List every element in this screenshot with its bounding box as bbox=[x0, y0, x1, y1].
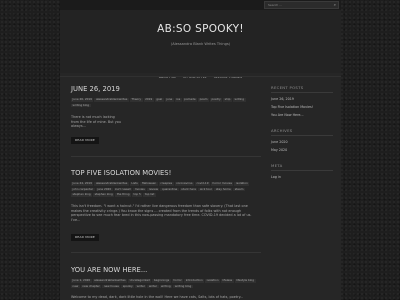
post-category[interactable]: Lists bbox=[129, 181, 140, 186]
post-title[interactable]: JUNE 26, 2019 bbox=[71, 85, 120, 93]
archive-link[interactable]: May 2020 bbox=[271, 148, 287, 152]
post-date[interactable]: June 26, 2019 bbox=[71, 97, 94, 102]
post-tag[interactable]: writer bbox=[135, 284, 147, 289]
post-meta: June 26, 2019 alessandrablankwrites Theory… bbox=[71, 97, 257, 108]
post-tag[interactable]: steam bbox=[233, 187, 245, 192]
search-placeholder: Search ... bbox=[268, 3, 283, 7]
search-input[interactable]: Search ... ⌕ bbox=[264, 1, 339, 9]
widget-title-archives: ARCHIVES bbox=[271, 128, 293, 133]
post-tag[interactable]: poetry bbox=[210, 97, 223, 102]
post-tag[interactable]: lifestyle blog bbox=[234, 278, 256, 283]
post-tag[interactable]: review bbox=[147, 187, 160, 192]
post-tag[interactable]: top list bbox=[143, 193, 156, 197]
post-category[interactable]: Uncategorized bbox=[128, 278, 152, 283]
top-bar: Search ... ⌕ bbox=[60, 0, 341, 10]
post-author[interactable]: alessandrablankwrites bbox=[92, 278, 128, 283]
site-header: AB:SO SPOOKY! (Alessandra Blank Writes T… bbox=[60, 10, 341, 79]
post-excerpt: There is not much lacking from the life … bbox=[71, 115, 121, 129]
read-more-button[interactable]: READ MORE bbox=[71, 137, 99, 144]
post-category[interactable]: Theory bbox=[129, 97, 143, 102]
post-title[interactable]: TOP FIVE ISOLATION MOVIES! bbox=[71, 169, 171, 177]
post-tag[interactable]: coronavirus bbox=[174, 181, 194, 186]
post-tag[interactable]: poem bbox=[198, 97, 210, 102]
post-excerpt: Welcome to my dead, dark, dark little ho… bbox=[71, 295, 244, 299]
site-title[interactable]: AB:SO SPOOKY! bbox=[60, 23, 341, 35]
post-separator bbox=[71, 156, 261, 157]
post-tag[interactable]: june 2020 bbox=[95, 187, 113, 192]
post-author[interactable]: alessandrablankwrites bbox=[94, 181, 129, 186]
post-tag[interactable]: sick tour bbox=[198, 187, 214, 192]
post-tag[interactable]: john carpenter bbox=[71, 187, 95, 192]
post-tag[interactable]: isolation bbox=[205, 278, 220, 283]
post-tag[interactable]: writing blog bbox=[173, 284, 193, 289]
post-tag[interactable]: stuck here bbox=[179, 187, 198, 192]
widget-title-recent-posts: RECENT POSTS bbox=[271, 85, 304, 90]
post-author[interactable]: alessandrablankwrites bbox=[94, 97, 129, 102]
post-meta: June 24, 2019 alessandrablankwrites Lists H… bbox=[71, 181, 257, 198]
post-tag[interactable]: quarantine bbox=[160, 187, 179, 192]
post-tag[interactable]: stephen king bbox=[93, 193, 115, 197]
post-tag[interactable]: 2019 bbox=[143, 97, 154, 102]
widget-divider bbox=[271, 135, 333, 136]
post-tag[interactable]: writing bbox=[159, 284, 173, 289]
post-tag[interactable]: stephen king bbox=[71, 193, 93, 197]
search-icon[interactable]: ⌕ bbox=[334, 2, 336, 8]
widget-divider bbox=[271, 92, 333, 93]
post-meta: June 1, 2020 alessandrablankwrites Uncateg… bbox=[71, 278, 257, 289]
post-tag[interactable]: writing bbox=[232, 97, 246, 102]
post-separator bbox=[71, 252, 261, 253]
post-tag[interactable]: horror bbox=[171, 278, 184, 283]
recent-post-link[interactable]: You Are Now Here... bbox=[271, 113, 304, 117]
post-tag[interactable]: ship bbox=[223, 97, 232, 102]
recent-post-link[interactable]: Top Five Isolation Movies! bbox=[271, 105, 313, 109]
post-title[interactable]: YOU ARE NOW HERE... bbox=[71, 266, 147, 274]
login-link[interactable]: Log in bbox=[271, 175, 281, 179]
post-tag[interactable]: goal bbox=[154, 97, 164, 102]
post-tag[interactable]: writing blog bbox=[71, 103, 91, 108]
post-excerpt: This isn't freedom. "I want a haircut." … bbox=[71, 204, 252, 222]
widget-title-meta: META bbox=[271, 163, 283, 168]
post-tag[interactable]: new bbox=[71, 284, 80, 289]
post-tag[interactable]: beginnings bbox=[152, 278, 171, 283]
widget-divider bbox=[271, 170, 333, 171]
post-tag[interactable]: ios bbox=[174, 97, 182, 102]
post-tag[interactable]: pomade bbox=[182, 97, 198, 102]
post-tag[interactable]: isolation bbox=[234, 181, 250, 186]
read-more-button[interactable]: READ MORE bbox=[71, 234, 99, 241]
post-tag[interactable]: top 5 bbox=[132, 193, 143, 197]
archive-link[interactable]: June 2020 bbox=[271, 140, 288, 144]
post-tag[interactable]: june bbox=[164, 97, 174, 102]
post-tag[interactable]: new house bbox=[102, 284, 121, 289]
header-divider bbox=[60, 76, 341, 77]
post-tag[interactable]: creepies bbox=[158, 181, 174, 186]
post-tag[interactable]: writer bbox=[147, 284, 159, 289]
recent-post-link[interactable]: June 26, 2019 bbox=[271, 97, 294, 101]
post-tag[interactable]: introduction bbox=[184, 278, 205, 283]
page-container: Search ... ⌕ AB:SO SPOOKY! (Alessandra B… bbox=[60, 0, 341, 300]
post-tag[interactable]: horror movies bbox=[211, 181, 234, 186]
site-tagline: (Alessandra Blank Writes Things) bbox=[170, 42, 231, 46]
post-tag[interactable]: kurt russell bbox=[113, 187, 133, 192]
post-tag[interactable]: the thing bbox=[115, 193, 131, 197]
post-tag[interactable]: lifeless bbox=[220, 278, 234, 283]
post-tag[interactable]: spooky bbox=[121, 284, 135, 289]
post-tag[interactable]: new chapter bbox=[80, 284, 102, 289]
post-date[interactable]: June 1, 2020 bbox=[71, 278, 92, 283]
post-tag[interactable]: covid-19 bbox=[194, 181, 210, 186]
post-tag[interactable]: movies bbox=[133, 187, 147, 192]
post-tag[interactable]: stay home bbox=[214, 187, 233, 192]
post-tag[interactable]: Halloween bbox=[140, 181, 158, 186]
post-date[interactable]: June 24, 2019 bbox=[71, 181, 94, 186]
